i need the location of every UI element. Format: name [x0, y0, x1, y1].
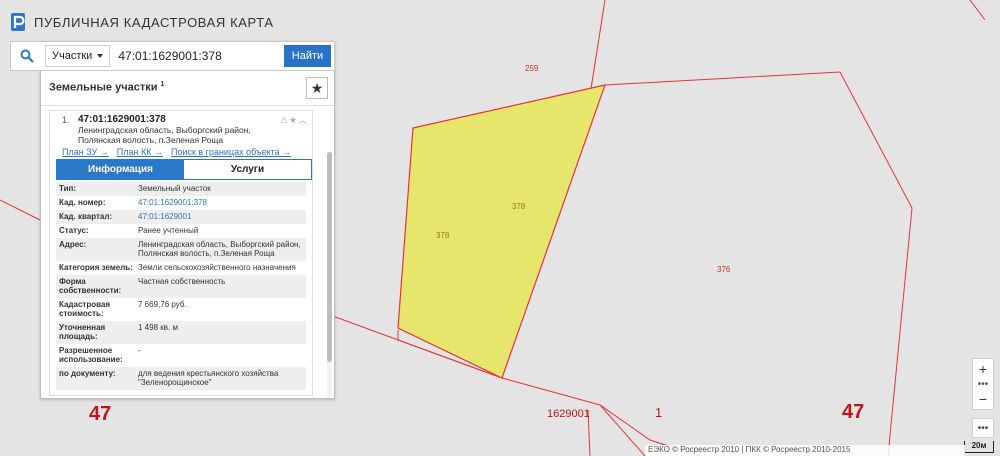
pkk-logo-icon: [11, 13, 25, 31]
property-row: Разрешенное использование: -: [56, 344, 306, 367]
property-value: для ведения крестьянского хозяйства "Зел…: [138, 369, 279, 387]
tab-services[interactable]: Услуги: [184, 160, 311, 179]
favorites-star-icon[interactable]: ★: [306, 77, 328, 99]
quarter-number-label: 1: [655, 405, 662, 420]
zoom-out-button[interactable]: −: [973, 389, 993, 409]
brand: ПУБЛИЧНАЯ КАДАСТРОВАЯ КАРТА: [10, 10, 274, 34]
property-row: Кад. номер: 47:01:1629001:378: [56, 196, 306, 210]
search-input[interactable]: 47:01:1629001:378: [118, 49, 278, 63]
property-value: -: [138, 346, 141, 355]
star-icon[interactable]: ★: [289, 115, 298, 125]
property-row: Адрес: Ленинградская область, Выборгский …: [56, 238, 306, 261]
chevron-down-icon: [97, 54, 104, 58]
property-row: Кад. квартал: 47:01:1629001: [56, 210, 306, 224]
property-row: Форма собственности: Частная собственност…: [56, 275, 306, 298]
item-index: 1.: [62, 115, 70, 125]
parcel-label-259: 259: [525, 64, 539, 73]
property-key: Разрешенное использование:: [59, 346, 123, 364]
map-scale: 20м: [964, 441, 994, 453]
app-title: ПУБЛИЧНАЯ КАДАСТРОВАЯ КАРТА: [34, 14, 274, 30]
item-tabs: Информация Услуги: [56, 159, 312, 180]
property-value: Ленинградская область, Выборгский район,…: [138, 240, 301, 258]
search-icon[interactable]: [11, 42, 43, 70]
scrollbar-thumb[interactable]: [327, 152, 332, 362]
property-row: по документу: для ведения крестьянского х…: [56, 367, 306, 390]
district-label-right: 47: [842, 401, 864, 423]
tab-info[interactable]: Информация: [57, 160, 184, 179]
map-attribution: ЕЭКО © Росреестр 2010 | ПКК © Росреестр …: [645, 445, 965, 456]
find-button[interactable]: Найти: [284, 45, 331, 67]
item-address: Ленинградская область, Выборгский район,…: [78, 125, 251, 145]
chevron-up-icon[interactable]: ︿: [298, 115, 308, 125]
results-count: 1: [160, 81, 165, 88]
property-value[interactable]: 47:01:1629001:378: [138, 198, 306, 207]
property-row: Уточненная площадь: 1 498 кв. м: [56, 321, 306, 344]
search-bar: Участки 47:01:1629001:378 ✕ Найти: [10, 41, 335, 71]
zoom-dots: •••: [977, 378, 989, 390]
property-value: Земельный участок: [138, 184, 211, 193]
panel-scrollbar[interactable]: [327, 152, 332, 398]
property-key: Форма собственности:: [59, 277, 122, 295]
results-panel: Земельные участки 1 ★ 1. 47:01:1629001:3…: [40, 41, 335, 399]
more-tools-button[interactable]: •••: [972, 418, 994, 438]
result-item: 1. 47:01:1629001:378 Ленинградская облас…: [49, 110, 313, 396]
panel-title: Земельные участки 1: [49, 81, 164, 94]
property-key: Категория земель:: [59, 263, 133, 272]
property-key: Статус:: [59, 226, 89, 235]
property-row: Статус: Ранее учтенный: [56, 224, 306, 238]
property-value[interactable]: 47:01:1629001: [138, 212, 306, 221]
property-value: Земли сельскохозяйственного назначения: [138, 263, 296, 272]
property-key: Кад. номер:: [59, 198, 106, 207]
warning-icon[interactable]: ⚠: [280, 115, 289, 125]
property-key: Тип:: [59, 184, 76, 193]
item-cadastral-number[interactable]: 47:01:1629001:378: [78, 114, 166, 125]
search-in-bounds-link[interactable]: Поиск в границах объекта →: [171, 147, 291, 157]
plan-kk-link[interactable]: План КК →: [117, 147, 163, 157]
parcel-label-376: 376: [717, 265, 731, 274]
object-type-value: Участки: [52, 50, 93, 62]
panel-title-text: Земельные участки: [49, 81, 158, 94]
properties-table: Тип: Земельный участок Кад. номер: 47:01:16…: [56, 182, 306, 390]
property-key: по документу:: [59, 369, 116, 378]
property-key: Кадастровая стоимость:: [59, 300, 111, 318]
property-row: Категория земель: Земли сельскохозяйствен…: [56, 261, 306, 275]
zoom-control: + ••• −: [972, 358, 994, 410]
district-label-left: 47: [89, 403, 111, 425]
zoom-in-button[interactable]: +: [973, 359, 993, 379]
property-value: Ранее учтенный: [138, 226, 199, 235]
property-row: Тип: Земельный участок: [56, 182, 306, 196]
quarter-label: 1629001: [547, 408, 590, 420]
parcel-label-378-top: 378: [512, 202, 526, 211]
panel-header: Земельные участки 1 ★: [41, 72, 334, 106]
item-tools: ⚠★︿: [280, 113, 308, 126]
object-type-select[interactable]: Участки: [45, 45, 111, 67]
property-row: Кадастровая стоимость: 7 669,76 руб.: [56, 298, 306, 321]
plan-zu-link[interactable]: План ЗУ →: [62, 147, 109, 157]
property-value: 1 498 кв. м: [138, 323, 178, 332]
property-value: 7 669,76 руб.: [138, 300, 187, 309]
property-key: Уточненная площадь:: [59, 323, 106, 341]
parcel-label-378-left: 378: [436, 231, 450, 240]
property-key: Адрес:: [59, 240, 87, 249]
property-value: Частная собственность: [138, 277, 226, 286]
property-key: Кад. квартал:: [59, 212, 113, 221]
item-links: План ЗУ → План КК → Поиск в границах объ…: [62, 147, 291, 157]
